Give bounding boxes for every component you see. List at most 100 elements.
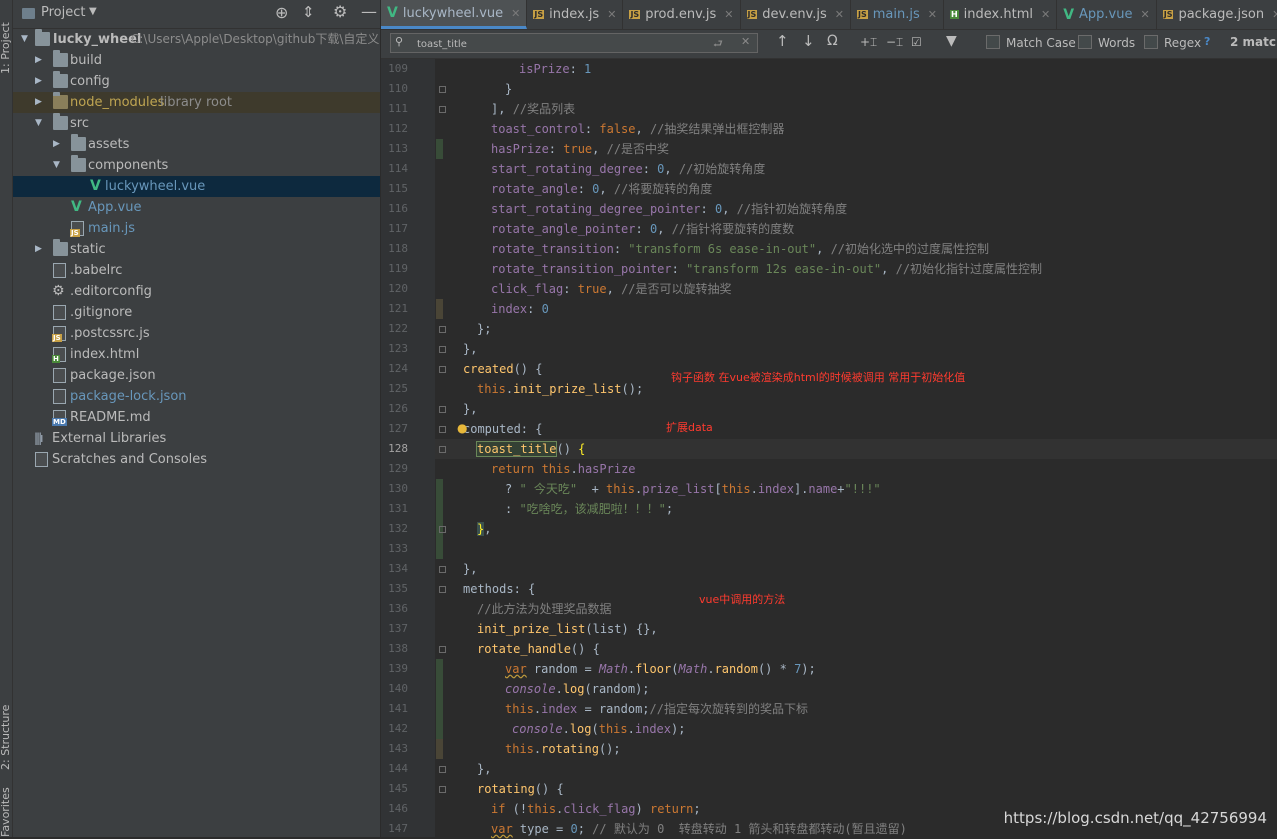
root-name: lucky_wheel — [53, 32, 142, 47]
annotation-methods: vue中调用的方法 — [699, 593, 786, 606]
tree-item-external-libraries[interactable]: |||ı External Libraries — [13, 428, 380, 449]
fold-icon[interactable] — [439, 326, 446, 333]
expand-arrow-icon[interactable]: ▼ — [35, 113, 42, 134]
favorites-tool-button[interactable]: Favorites — [0, 787, 13, 837]
code-editor[interactable]: 109 110 111 112 113 114 115 116 117 118 119 120 121 1… — [381, 59, 1277, 837]
fold-icon[interactable] — [439, 346, 446, 353]
hide-panel-icon[interactable]: — — [361, 2, 377, 21]
collapsed-arrow-icon[interactable]: ▶ — [35, 71, 42, 92]
tab-luckywheel-vue[interactable]: Vluckywheel.vue ✕ — [381, 0, 528, 29]
tab-index-js[interactable]: JS index.js ✕ — [527, 0, 624, 29]
close-icon[interactable]: ✕ — [1141, 8, 1150, 21]
tree-item-editorconfig[interactable]: ⚙ .editorconfig — [13, 281, 380, 302]
fold-icon[interactable] — [439, 566, 446, 573]
collapsed-arrow-icon[interactable]: ▶ — [35, 239, 42, 260]
tree-item-build[interactable]: ▶ build — [13, 50, 380, 71]
tab-prod-env-js[interactable]: JS prod.env.js ✕ — [623, 0, 741, 29]
close-icon[interactable]: ✕ — [928, 8, 937, 21]
fold-icon[interactable] — [439, 106, 446, 113]
tree-item-babelrc[interactable]: .babelrc — [13, 260, 380, 281]
close-icon[interactable]: ✕ — [724, 8, 733, 21]
fold-icon[interactable] — [439, 786, 446, 793]
project-panel-title[interactable]: Project — [41, 5, 85, 20]
fold-icon[interactable] — [439, 586, 446, 593]
dropdown-arrow-icon[interactable]: ▼ — [89, 6, 97, 17]
tree-item-assets[interactable]: ▶ assets — [13, 134, 380, 155]
fold-icon[interactable] — [439, 646, 446, 653]
tab-package-json[interactable]: JS package.json ✕ — [1157, 0, 1277, 29]
code-line: toast_control: false, //抽奖结果弹出框控制器 — [491, 122, 785, 136]
tree-item-node-modules[interactable]: ▶ node_modules library root — [13, 92, 380, 113]
collapsed-arrow-icon[interactable]: ▶ — [35, 92, 42, 113]
expand-arrow-icon[interactable]: ▼ — [21, 29, 28, 50]
select-all-icon[interactable]: ☑ — [911, 35, 922, 49]
words-checkbox[interactable] — [1078, 35, 1092, 49]
structure-tool-button[interactable]: 2: Structure — [0, 690, 13, 770]
tab-main-js[interactable]: JS main.js ✕ — [851, 0, 944, 29]
previous-occurrence-icon[interactable]: ↑ — [776, 32, 789, 50]
tree-item-package-lock-json[interactable]: package-lock.json — [13, 386, 380, 407]
match-case-option[interactable]: Match Case — [986, 35, 1076, 50]
fold-icon[interactable] — [439, 406, 446, 413]
filter-icon[interactable]: ▼ — [946, 33, 957, 49]
code-line: //此方法为处理奖品数据 — [477, 602, 612, 616]
match-case-checkbox[interactable] — [986, 35, 1000, 49]
code-line: rotate_transition: "transform 6s ease-in… — [491, 242, 990, 256]
tree-item-static[interactable]: ▶ static — [13, 239, 380, 260]
search-field[interactable]: ⚲ ⮐ ✕ — [390, 33, 758, 53]
tab-label: App.vue — [1079, 7, 1133, 22]
fold-icon[interactable] — [439, 86, 446, 93]
search-input[interactable] — [415, 35, 699, 53]
remove-selection-icon[interactable]: −⌶ — [886, 35, 903, 50]
close-icon[interactable]: ✕ — [1041, 8, 1050, 21]
fold-icon[interactable] — [439, 366, 446, 373]
close-icon[interactable]: ✕ — [1272, 8, 1277, 21]
tree-item-src[interactable]: ▼ src — [13, 113, 380, 134]
close-icon[interactable]: ✕ — [607, 8, 616, 21]
tree-item-app-vue[interactable]: V App.vue — [13, 197, 380, 218]
gear-icon[interactable]: ⚙ — [333, 2, 347, 21]
fold-icon[interactable] — [439, 446, 446, 453]
code-line: }, — [463, 402, 478, 416]
collapsed-arrow-icon[interactable]: ▶ — [53, 134, 60, 155]
tree-item-gitignore[interactable]: .gitignore — [13, 302, 380, 323]
find-all-icon[interactable]: Ω — [827, 33, 838, 49]
locate-icon[interactable]: ⊕ — [275, 3, 288, 22]
js-file-icon: JS — [70, 221, 84, 237]
collapse-all-icon[interactable]: ⇕ — [302, 3, 315, 21]
tab-dev-env-js[interactable]: JS dev.env.js ✕ — [741, 0, 851, 29]
tree-item-index-html[interactable]: H index.html — [13, 344, 380, 365]
tree-item-readme[interactable]: MD README.md — [13, 407, 380, 428]
bulb-icon[interactable]: ● — [457, 421, 467, 435]
tree-item-main-js[interactable]: JS main.js — [13, 218, 380, 239]
next-occurrence-icon[interactable]: ↓ — [802, 32, 815, 50]
tree-item-config[interactable]: ▶ config — [13, 71, 380, 92]
expand-arrow-icon[interactable]: ▼ — [53, 155, 60, 176]
tree-item-postcssrc[interactable]: JS .postcssrc.js — [13, 323, 380, 344]
regex-option[interactable]: Regex — [1144, 35, 1201, 50]
fold-icon[interactable] — [439, 526, 446, 533]
collapsed-arrow-icon[interactable]: ▶ — [35, 50, 42, 71]
tab-app-vue[interactable]: V App.vue ✕ — [1057, 0, 1157, 29]
regex-help-link[interactable]: ? — [1204, 35, 1210, 48]
tree-item-components[interactable]: ▼ components — [13, 155, 380, 176]
close-icon[interactable]: ✕ — [835, 8, 844, 21]
add-selection-icon[interactable]: +⌶ — [860, 35, 877, 50]
tree-item-package-json[interactable]: package.json — [13, 365, 380, 386]
code-line: this.rotating(); — [505, 742, 621, 756]
tree-root[interactable]: ▼ lucky_wheel C:\Users\Apple\Desktop\git… — [13, 29, 380, 50]
search-icon[interactable]: ⚲ — [395, 35, 403, 48]
close-icon[interactable]: ✕ — [511, 7, 520, 20]
code-line: ], //奖品列表 — [491, 102, 576, 116]
tab-index-html[interactable]: Hindex.html ✕ — [944, 0, 1058, 29]
tree-item-luckywheel-vue[interactable]: V luckywheel.vue — [13, 176, 380, 197]
clear-search-icon[interactable]: ✕ — [741, 35, 750, 48]
regex-checkbox[interactable] — [1144, 35, 1158, 49]
fold-icon[interactable] — [439, 426, 446, 433]
fold-icon[interactable] — [439, 766, 446, 773]
tree-item-scratches[interactable]: Scratches and Consoles — [13, 449, 380, 470]
line-number: 146 — [388, 802, 408, 815]
new-line-icon[interactable]: ⮐ — [713, 35, 723, 54]
words-option[interactable]: Words — [1078, 35, 1135, 50]
project-tool-button[interactable]: 1: Project — [0, 4, 13, 74]
